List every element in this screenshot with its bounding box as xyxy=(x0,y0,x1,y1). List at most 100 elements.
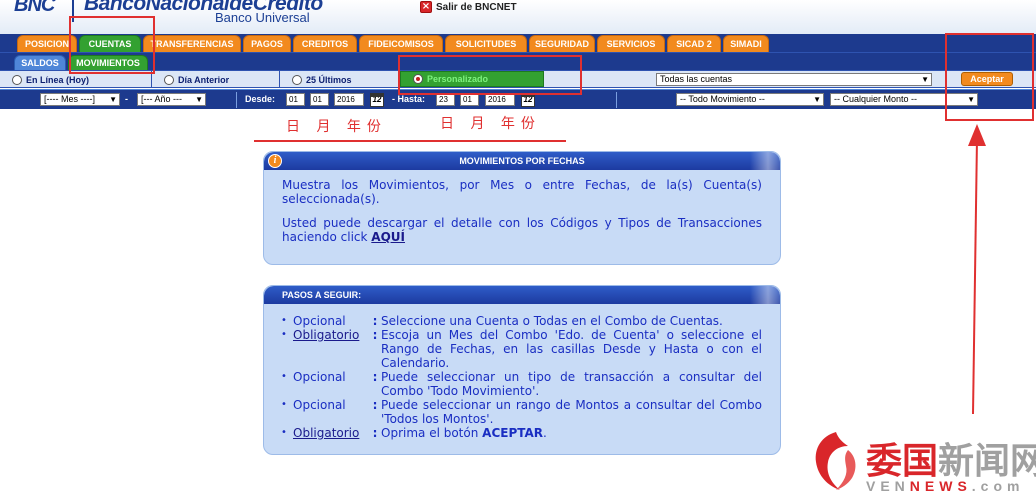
step-text: Oprima el botón ACEPTAR. xyxy=(381,426,762,440)
info-paragraph-1: Muestra los Movimientos, por Mes o entre… xyxy=(282,178,762,206)
radio-custom[interactable] xyxy=(413,74,423,84)
tab-transferencias[interactable]: TRANSFERENCIAS xyxy=(143,35,241,52)
period-filter-row: En Línea (Hoy) Día Anterior 25 Últimos P… xyxy=(0,70,1036,88)
header: BNC BancoNacionaldeCrédito Banco Univers… xyxy=(0,0,1036,34)
year-select-value: [--- Año --- xyxy=(141,94,183,104)
step-text-tail: . xyxy=(543,426,547,440)
tab-simadi[interactable]: SIMADI xyxy=(723,35,769,52)
year-select[interactable]: [--- Año --- ▼ xyxy=(137,93,206,106)
tab-sicad2[interactable]: SICAD 2 xyxy=(667,35,721,52)
period-option-online[interactable]: En Línea (Hoy) xyxy=(0,71,152,88)
dropdown-arrow-icon: ▼ xyxy=(967,95,975,104)
watermark-cn-gray: 新闻网 xyxy=(938,441,1036,482)
tab-servicios[interactable]: SERVICIOS xyxy=(597,35,665,52)
steps-panel: PASOS A SEGUIR: • Opcional : Seleccione … xyxy=(263,285,781,455)
step-type: Opcional xyxy=(293,314,346,328)
step-type-link[interactable]: Obligatorio xyxy=(293,426,369,440)
annotation-underline xyxy=(254,140,566,142)
watermark-en-tail: .com xyxy=(971,478,1025,494)
steps-list: • Opcional : Seleccione una Cuenta o Tod… xyxy=(281,312,762,440)
desde-day-input[interactable]: 01 xyxy=(286,93,305,106)
account-select[interactable]: Todas las cuentas ▼ xyxy=(656,73,932,86)
account-select-value: Todas las cuentas xyxy=(660,74,733,84)
step-item: • Obligatorio : Escoja un Mes del Combo … xyxy=(281,328,762,370)
separator xyxy=(236,92,237,108)
tab-cuentas[interactable]: CUENTAS xyxy=(79,35,141,52)
info-panel-header: i MOVIMIENTOS POR FECHAS xyxy=(264,152,780,170)
annotation-date-labels-1: 日 月 年份 xyxy=(286,119,387,135)
download-link[interactable]: AQUÍ xyxy=(371,230,405,244)
amount-range-select[interactable]: -- Cualquier Monto -- ▼ xyxy=(830,93,978,106)
period-option-previous-day[interactable]: Día Anterior xyxy=(152,71,280,88)
info-paragraph-2-text: Usted puede descargar el detalle con los… xyxy=(282,216,762,244)
info-icon: i xyxy=(268,154,282,168)
subtab-movimientos[interactable]: MOVIMIENTOS xyxy=(68,55,148,70)
radio-last-25-label: 25 Últimos xyxy=(306,74,352,85)
desde-month-input[interactable]: 01 xyxy=(310,93,329,106)
hasta-calendar-icon[interactable]: 12 xyxy=(521,93,535,107)
select-dash: - xyxy=(125,94,128,104)
watermark-chinese: 委国新闻网 xyxy=(866,432,1036,484)
period-option-last-25[interactable]: 25 Últimos xyxy=(280,71,400,88)
movement-select-value: -- Todo Movimiento -- xyxy=(680,94,765,104)
tab-pagos[interactable]: PAGOS xyxy=(243,35,291,52)
steps-panel-title: PASOS A SEGUIR: xyxy=(282,290,362,300)
step-text: Puede seleccionar un rango de Montos a c… xyxy=(381,398,762,426)
step-type: Opcional xyxy=(293,398,346,412)
dropdown-arrow-icon: ▼ xyxy=(195,95,203,104)
tab-creditos[interactable]: CREDITOS xyxy=(293,35,357,52)
subtab-saldos[interactable]: SALDOS xyxy=(14,55,66,70)
hasta-year-input[interactable]: 2016 xyxy=(485,93,515,106)
step-colon: : xyxy=(372,398,378,412)
step-text-bold: ACEPTAR xyxy=(482,426,544,440)
app-window: BNC BancoNacionaldeCrédito Banco Univers… xyxy=(0,0,1036,500)
radio-online-label: En Línea (Hoy) xyxy=(26,74,90,85)
step-bullet: • xyxy=(281,427,287,438)
dropdown-arrow-icon: ▼ xyxy=(921,75,929,84)
step-text: Seleccione una Cuenta o Todas en el Comb… xyxy=(381,314,723,328)
radio-last-25[interactable] xyxy=(292,74,302,85)
tab-fideicomisos[interactable]: FIDEICOMISOS xyxy=(359,35,443,52)
hasta-day-input[interactable]: 23 xyxy=(436,93,455,106)
desde-year-input[interactable]: 2016 xyxy=(334,93,364,106)
step-colon: : xyxy=(372,426,378,440)
radio-custom-label: Personalizado xyxy=(427,74,489,84)
accept-button[interactable]: Aceptar xyxy=(961,72,1013,86)
radio-online[interactable] xyxy=(12,74,22,85)
step-bullet: • xyxy=(281,329,287,340)
step-type: Opcional xyxy=(293,370,346,384)
tab-posicion[interactable]: POSICION xyxy=(17,35,77,52)
step-item: • Opcional : Puede seleccionar un tipo d… xyxy=(281,370,762,398)
tab-seguridad[interactable]: SEGURIDAD xyxy=(529,35,595,52)
tab-solicitudes[interactable]: SOLICITUDES xyxy=(445,35,527,52)
month-select-value: [---- Mes ----] xyxy=(44,94,95,104)
dropdown-arrow-icon: ▼ xyxy=(109,95,117,104)
step-bullet: • xyxy=(281,399,287,410)
movement-type-select[interactable]: -- Todo Movimiento -- ▼ xyxy=(676,93,824,106)
desde-calendar-icon[interactable]: 12 xyxy=(370,93,384,107)
main-tab-bar: POSICION CUENTAS TRANSFERENCIAS PAGOS CR… xyxy=(0,34,1036,52)
step-text: Puede seleccionar un tipo de transacción… xyxy=(381,370,762,398)
bank-subtitle: Banco Universal xyxy=(215,10,310,25)
date-filter-row: [---- Mes ----] ▼ - [--- Año --- ▼ Desde… xyxy=(0,89,1036,109)
hasta-month-input[interactable]: 01 xyxy=(460,93,479,106)
step-type-link[interactable]: Obligatorio xyxy=(293,328,369,342)
period-option-custom[interactable]: Personalizado xyxy=(400,71,544,87)
hasta-label: - Hasta: xyxy=(392,94,426,104)
dropdown-arrow-icon: ▼ xyxy=(813,95,821,104)
step-colon: : xyxy=(372,370,378,384)
exit-link[interactable]: × Salir de BNCNET xyxy=(420,1,517,13)
watermark-english: VENNEWS.com xyxy=(866,478,1024,494)
watermark: 委国新闻网 VENNEWS.com xyxy=(800,428,1036,500)
info-panel-title: MOVIMIENTOS POR FECHAS xyxy=(459,156,585,166)
logo-divider xyxy=(72,0,74,22)
exit-label: Salir de BNCNET xyxy=(436,1,517,13)
step-colon: : xyxy=(372,328,378,342)
radio-previous-day[interactable] xyxy=(164,74,174,85)
dragon-logo-icon xyxy=(815,432,856,490)
month-select[interactable]: [---- Mes ----] ▼ xyxy=(40,93,120,106)
watermark-en-red: NEWS xyxy=(909,478,972,494)
watermark-en-gray: VEN xyxy=(866,478,910,494)
annotation-date-labels-2: 日 月 年份 xyxy=(440,116,541,132)
step-item: • Obligatorio : Oprima el botón ACEPTAR. xyxy=(281,426,762,440)
